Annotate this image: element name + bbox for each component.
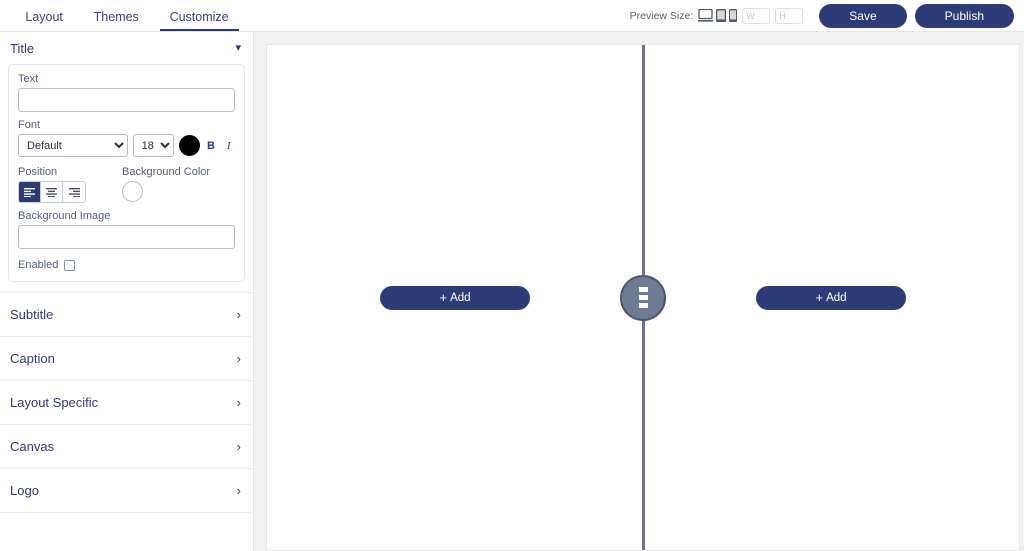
grip-bar	[638, 287, 648, 292]
top-bar: Layout Themes Customize Preview Size: W …	[0, 0, 1024, 32]
title-text-label: Text	[18, 73, 39, 85]
sidebar-section-partial[interactable]	[0, 512, 253, 551]
canvas[interactable]: + Add + Add	[266, 44, 1020, 551]
title-font-label: Font	[18, 119, 41, 131]
title-text-input[interactable]	[18, 88, 235, 112]
grip-bar	[638, 303, 648, 308]
font-controls-row: Default 18 B I	[18, 134, 235, 157]
chevron-right-icon: ›	[236, 351, 241, 366]
bold-button[interactable]: B	[204, 135, 218, 156]
sidebar-section-layout-specific-label: Layout Specific	[10, 395, 99, 410]
grip-bar	[638, 295, 648, 300]
italic-button[interactable]: I	[222, 135, 235, 156]
app-root: Layout Themes Customize Preview Size: W …	[0, 0, 1024, 551]
position-and-bgcolor-row: Position Background Color	[18, 166, 235, 203]
sidebar-section-logo[interactable]: Logo ›	[0, 468, 253, 512]
section-title-label: Title	[10, 40, 35, 56]
enabled-label: Enabled	[18, 259, 59, 271]
section-header-title[interactable]: Title ▾	[0, 32, 253, 64]
save-button[interactable]: Save	[819, 3, 907, 28]
tab-themes[interactable]: Themes	[90, 11, 143, 32]
align-right-button[interactable]	[63, 182, 85, 202]
chevron-right-icon: ›	[236, 307, 241, 322]
position-label: Position	[18, 166, 58, 178]
canvas-area: + Add + Add	[254, 32, 1024, 551]
chevron-right-icon: ›	[236, 483, 241, 498]
alignment-button-group	[18, 181, 86, 203]
align-center-icon	[46, 187, 57, 197]
background-image-label: Background Image	[18, 210, 111, 222]
align-center-button[interactable]	[41, 182, 63, 202]
plus-icon: +	[439, 290, 448, 305]
device-toggle-group	[698, 9, 738, 22]
sidebar-section-caption-label: Caption	[10, 351, 55, 366]
tab-themes-label: Themes	[93, 10, 139, 24]
sidebar-section-layout-specific[interactable]: Layout Specific ›	[0, 380, 253, 424]
preview-width-input[interactable]	[742, 7, 771, 24]
sidebar-section-canvas-label: Canvas	[10, 439, 55, 454]
sidebar-section-logo-label: Logo	[10, 483, 39, 498]
body-row: Title ▾ Text Font Default 18 B I Positio…	[0, 32, 1024, 551]
enabled-row: Enabled	[18, 259, 235, 271]
background-image-input[interactable]	[18, 225, 235, 249]
background-color-label: Background Color	[122, 166, 211, 178]
font-size-select[interactable]: 18	[132, 134, 174, 157]
sidebar-section-subtitle[interactable]: Subtitle ›	[0, 292, 253, 336]
sidebar: Title ▾ Text Font Default 18 B I Positio…	[0, 32, 254, 551]
chevron-down-icon: ▾	[235, 41, 241, 54]
add-right-button[interactable]: + Add	[756, 285, 906, 310]
add-right-label: Add	[826, 291, 847, 304]
sidebar-section-canvas[interactable]: Canvas ›	[0, 424, 253, 468]
align-right-icon	[68, 187, 80, 197]
font-color-swatch[interactable]	[178, 135, 200, 156]
font-family-select[interactable]: Default	[18, 134, 128, 157]
tab-layout[interactable]: Layout	[21, 11, 67, 32]
sidebar-section-subtitle-label: Subtitle	[10, 307, 54, 322]
tab-customize[interactable]: Customize	[159, 10, 239, 32]
preview-height-input[interactable]	[775, 7, 804, 24]
align-left-button[interactable]	[19, 182, 41, 202]
title-settings-panel: Text Font Default 18 B I Position Backgr…	[8, 64, 245, 282]
publish-button[interactable]: Publish	[914, 3, 1014, 28]
tablet-icon[interactable]	[716, 9, 727, 22]
align-left-icon	[24, 187, 35, 197]
tab-bar: Layout Themes Customize	[0, 0, 254, 32]
add-left-label: Add	[450, 291, 471, 304]
plus-icon: +	[815, 290, 824, 305]
position-group: Position	[18, 166, 86, 203]
desktop-icon[interactable]	[698, 9, 714, 22]
enabled-checkbox[interactable]	[64, 259, 76, 271]
tab-layout-label: Layout	[25, 10, 63, 24]
chevron-right-icon: ›	[236, 439, 241, 454]
sidebar-section-caption[interactable]: Caption ›	[0, 336, 253, 380]
preview-size-label: Preview Size:	[629, 9, 694, 22]
preview-size-group: Preview Size:	[629, 7, 812, 24]
chevron-right-icon: ›	[236, 395, 241, 410]
mobile-icon[interactable]	[729, 9, 738, 22]
tab-customize-label: Customize	[169, 10, 229, 24]
add-left-button[interactable]: + Add	[380, 285, 530, 310]
split-drag-handle[interactable]	[620, 274, 666, 321]
background-color-swatch[interactable]	[122, 181, 143, 202]
background-color-group: Background Color	[122, 166, 210, 203]
